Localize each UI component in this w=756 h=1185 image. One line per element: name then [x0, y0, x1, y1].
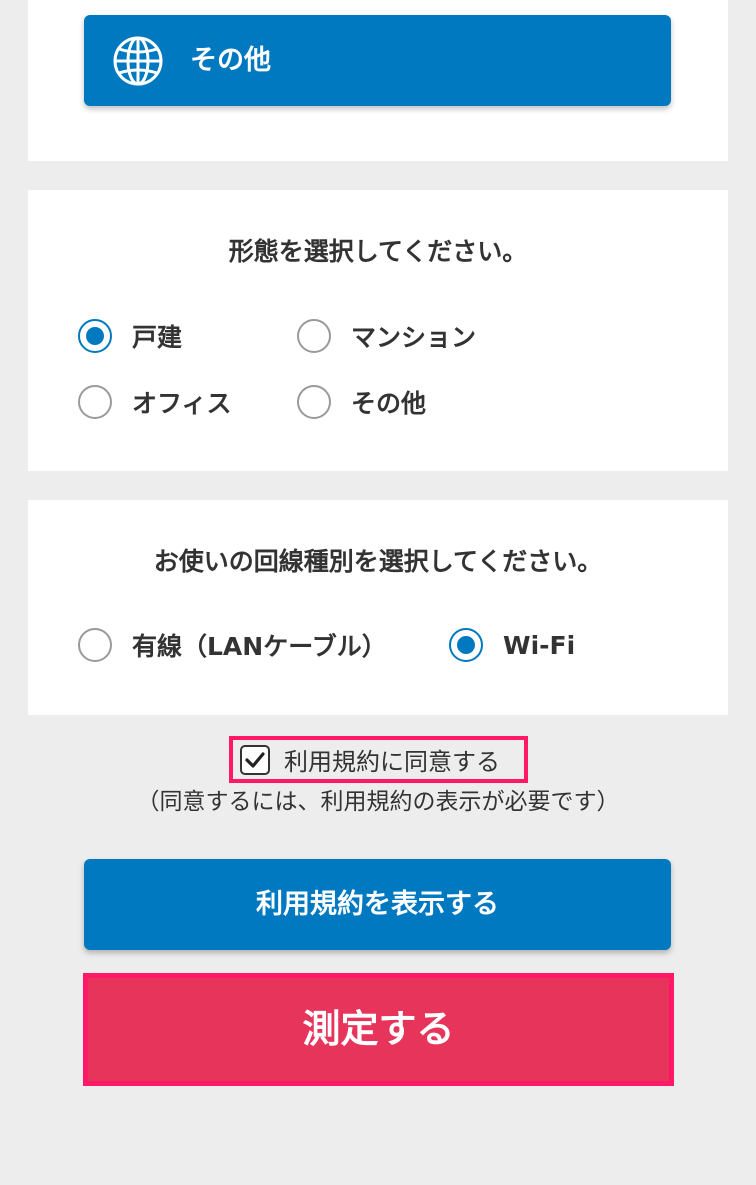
radio-label: オフィス: [132, 389, 232, 418]
radio-wired-lan[interactable]: 有線（LANケーブル）: [78, 625, 387, 665]
other-region-button[interactable]: その他: [84, 15, 671, 106]
measure-button[interactable]: 測定する: [83, 973, 674, 1086]
globe-icon: [112, 35, 164, 87]
radio-label: Wi-Fi: [503, 630, 576, 660]
show-terms-button-label: 利用規約を表示する: [256, 889, 499, 920]
show-terms-button[interactable]: 利用規約を表示する: [84, 859, 671, 950]
radio-unchecked-icon: [297, 385, 331, 419]
checkmark-icon: [240, 744, 270, 775]
radio-unchecked-icon: [78, 385, 112, 419]
other-region-button-label: その他: [190, 45, 271, 76]
radio-unchecked-icon: [78, 628, 112, 662]
line-type-panel: お使いの回線種別を選択してください。 有線（LANケーブル） Wi-Fi: [28, 500, 728, 715]
radio-label: 戸建: [132, 323, 183, 352]
radio-label: 有線（LANケーブル）: [132, 632, 387, 661]
radio-unchecked-icon: [297, 319, 331, 353]
top-panel: その他: [28, 0, 728, 161]
housing-type-panel: 形態を選択してください。 戸建 マンション オフィス その他: [28, 190, 728, 471]
radio-wifi[interactable]: Wi-Fi: [449, 625, 575, 665]
radio-label: その他: [351, 389, 427, 418]
radio-apartment[interactable]: マンション: [297, 316, 476, 356]
radio-detached-house[interactable]: 戸建: [78, 316, 182, 356]
radio-checked-icon: [78, 319, 112, 353]
line-type-title: お使いの回線種別を選択してください。: [153, 547, 603, 576]
radio-label: マンション: [351, 323, 477, 352]
agree-terms-checkbox[interactable]: 利用規約に同意する: [229, 736, 528, 783]
radio-other-type[interactable]: その他: [297, 382, 426, 422]
agree-terms-note: （同意するには、利用規約の表示が必要です）: [136, 789, 620, 815]
agree-terms-label: 利用規約に同意する: [284, 748, 500, 776]
radio-checked-icon: [449, 628, 483, 662]
radio-office[interactable]: オフィス: [78, 382, 232, 422]
housing-type-title: 形態を選択してください。: [228, 237, 528, 266]
